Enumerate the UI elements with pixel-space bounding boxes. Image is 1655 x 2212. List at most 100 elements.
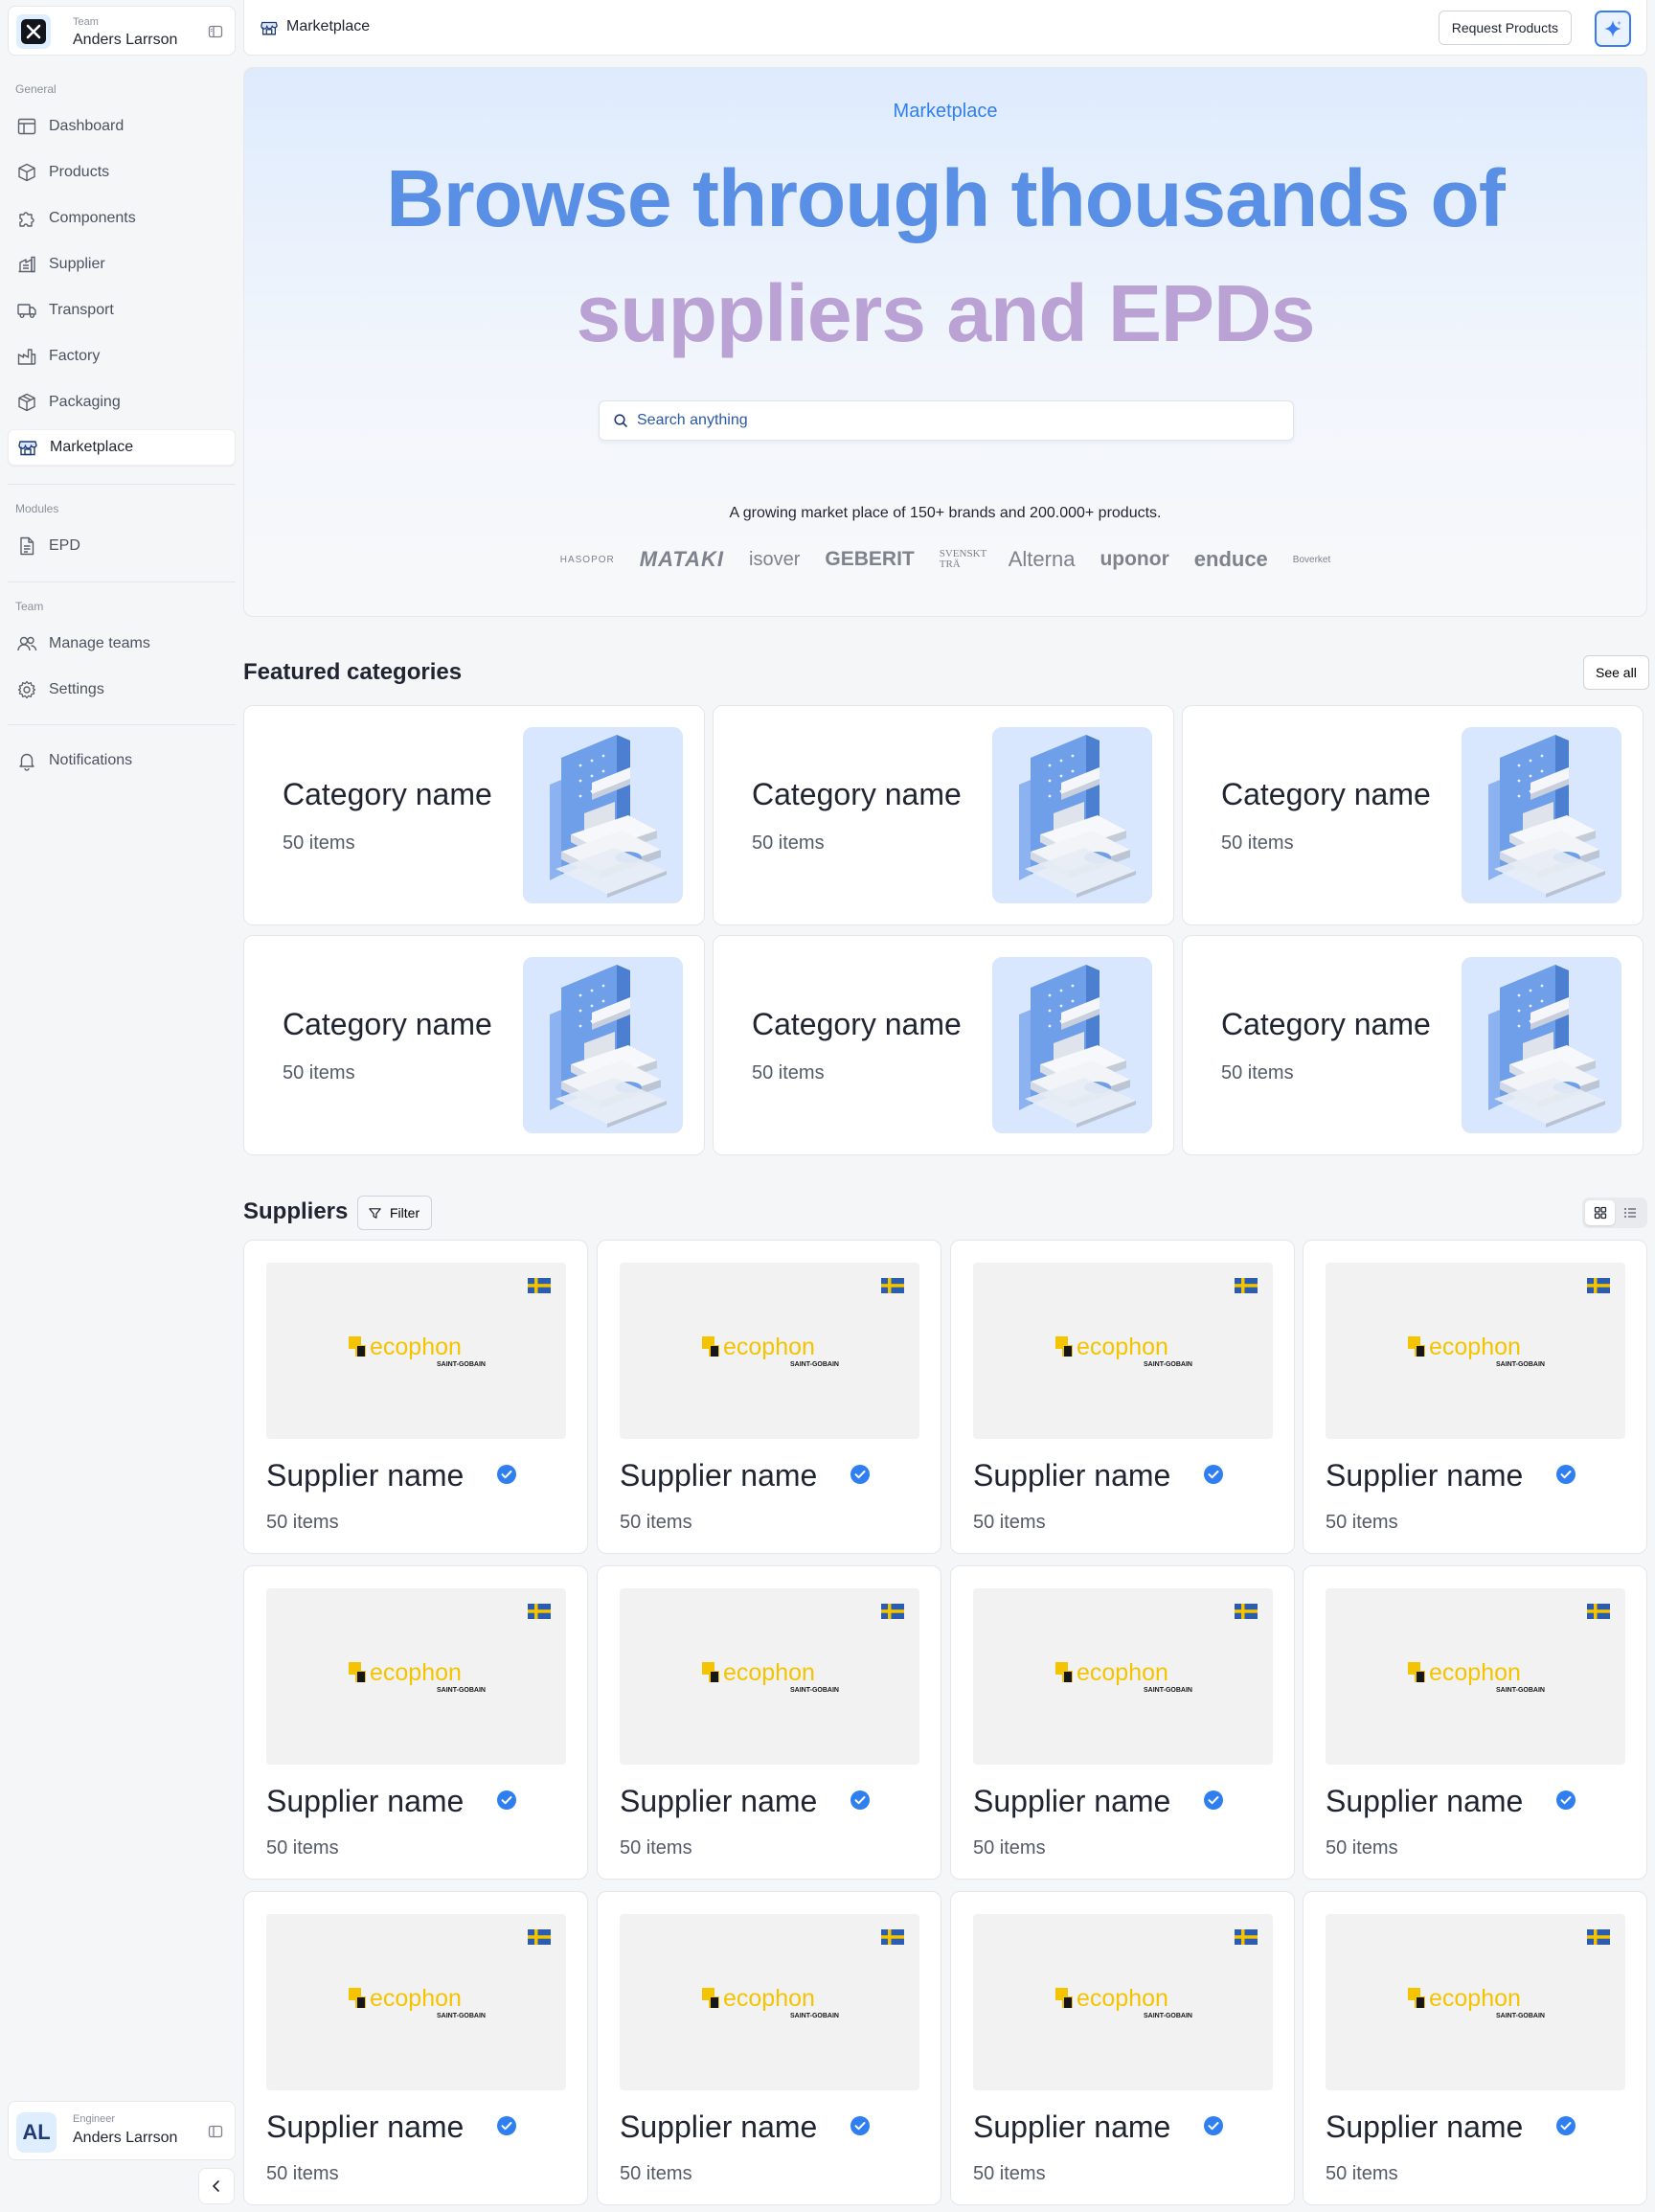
category-card[interactable]: Category name 50 items (243, 935, 705, 1155)
sidebar-item-label: Marketplace (50, 439, 134, 455)
user-card[interactable]: AL Engineer Anders Larrson (8, 2101, 236, 2160)
brand-logo-geberit: GEBERIT (825, 548, 915, 570)
supplier-count: 50 items (1326, 1837, 1398, 1859)
section-label-modules: Modules (15, 502, 59, 515)
grid-icon (1594, 1206, 1606, 1220)
supplier-card[interactable]: ecophon SAINT-GOBAIN Supplier name 50 it… (243, 1240, 588, 1554)
logo-sub: SAINT-GOBAIN (790, 2013, 839, 2019)
sidebar-item-label: Products (49, 164, 110, 180)
supplier-card[interactable]: ecophon SAINT-GOBAIN Supplier name 50 it… (1303, 1240, 1647, 1554)
ecophon-logo: ecophon SAINT-GOBAIN (349, 1659, 486, 1694)
supplier-count: 50 items (266, 2163, 339, 2184)
sidebar-item-notifications[interactable]: Notifications (8, 742, 236, 779)
supplier-card[interactable]: ecophon SAINT-GOBAIN Supplier name 50 it… (597, 1240, 941, 1554)
sidebar-collapse-icon[interactable] (208, 24, 223, 39)
see-all-button[interactable]: See all (1583, 655, 1649, 690)
supplier-card[interactable]: ecophon SAINT-GOBAIN Supplier name 50 it… (1303, 1891, 1647, 2205)
sidebar-item-manage-teams[interactable]: Manage teams (8, 626, 236, 662)
logo-sub: SAINT-GOBAIN (1144, 2013, 1192, 2019)
category-card[interactable]: Category name 50 items (713, 705, 1174, 925)
category-name: Category name (752, 777, 962, 811)
category-count: 50 items (283, 1062, 355, 1083)
ecophon-logo: ecophon SAINT-GOBAIN (349, 1985, 486, 2019)
ecophon-logo: ecophon SAINT-GOBAIN (1408, 1659, 1545, 1694)
sidebar-item-products[interactable]: Products (8, 154, 236, 191)
grid-view-button[interactable] (1585, 1200, 1615, 1225)
sweden-flag-icon (881, 1604, 904, 1619)
package-icon (18, 393, 35, 412)
ecophon-logo: ecophon SAINT-GOBAIN (1408, 1334, 1545, 1368)
divider (8, 484, 236, 485)
logo-word: ecophon (1077, 1985, 1168, 2012)
bell-icon (19, 753, 34, 771)
breadcrumb: Marketplace (286, 18, 371, 34)
verified-badge-icon (1556, 2116, 1576, 2135)
sidebar-item-label: Components (49, 210, 136, 226)
ecophon-logo: ecophon SAINT-GOBAIN (1055, 1659, 1192, 1694)
supplier-card[interactable]: ecophon SAINT-GOBAIN Supplier name 50 it… (597, 1565, 941, 1880)
category-illustration (1462, 957, 1621, 1133)
logo-word: ecophon (370, 1659, 462, 1686)
avatar: AL (16, 2112, 57, 2153)
supplier-card[interactable]: ecophon SAINT-GOBAIN Supplier name 50 it… (1303, 1565, 1647, 1880)
supplier-logo-area: ecophon SAINT-GOBAIN (1326, 1588, 1625, 1765)
category-card[interactable]: Category name 50 items (1182, 935, 1644, 1155)
sidebar-item-label: Dashboard (49, 118, 125, 134)
brand-logo-boverket: Boverket (1292, 554, 1331, 565)
supplier-count: 50 items (973, 1837, 1046, 1859)
sidebar-item-settings[interactable]: Settings (8, 672, 236, 708)
logo-sub: SAINT-GOBAIN (437, 2013, 486, 2019)
supplier-card[interactable]: ecophon SAINT-GOBAIN Supplier name 50 it… (243, 1565, 588, 1880)
supplier-name: Supplier name (266, 1458, 465, 1493)
supplier-card[interactable]: ecophon SAINT-GOBAIN Supplier name 50 it… (950, 1565, 1295, 1880)
supplier-card[interactable]: ecophon SAINT-GOBAIN Supplier name 50 it… (243, 1891, 588, 2205)
supplier-logo-area: ecophon SAINT-GOBAIN (973, 1588, 1273, 1765)
sidebar-item-packaging[interactable]: Packaging (8, 384, 236, 421)
supplier-count: 50 items (1326, 1512, 1398, 1533)
verified-badge-icon (497, 1790, 516, 1810)
sparkle-icon (1604, 20, 1621, 37)
sidebar-item-factory[interactable]: Factory (8, 338, 236, 375)
supplier-icon (18, 256, 35, 273)
category-illustration (523, 957, 683, 1133)
gear-icon (17, 680, 36, 699)
featured-categories-title: Featured categories (243, 659, 463, 685)
logo-word: ecophon (1429, 1659, 1521, 1686)
supplier-logo-area: ecophon SAINT-GOBAIN (266, 1263, 566, 1439)
list-view-button[interactable] (1615, 1200, 1644, 1225)
sidebar-item-label: Packaging (49, 394, 121, 410)
sidebar-item-label: EPD (49, 537, 80, 554)
supplier-name: Supplier name (1326, 1784, 1524, 1818)
brand-logo-alterna: Alterna (1008, 547, 1076, 571)
sidebar-item-transport[interactable]: Transport (8, 292, 236, 329)
supplier-card[interactable]: ecophon SAINT-GOBAIN Supplier name 50 it… (950, 1891, 1295, 2205)
team-logo (16, 14, 51, 49)
supplier-logo-area: ecophon SAINT-GOBAIN (620, 1914, 919, 2090)
supplier-logo-area: ecophon SAINT-GOBAIN (973, 1263, 1273, 1439)
supplier-card[interactable]: ecophon SAINT-GOBAIN Supplier name 50 it… (950, 1240, 1295, 1554)
category-card[interactable]: Category name 50 items (243, 705, 705, 925)
category-card[interactable]: Category name 50 items (1182, 705, 1644, 925)
team-switcher[interactable]: Team Anders Larrson (8, 6, 236, 56)
sidebar-item-dashboard[interactable]: Dashboard (8, 108, 236, 145)
sidebar-item-marketplace[interactable]: Marketplace (8, 429, 236, 466)
search-bar[interactable] (599, 400, 1294, 441)
user-role: Engineer (73, 2113, 116, 2125)
sidebar-item-epd[interactable]: EPD (8, 528, 236, 564)
search-input[interactable] (637, 412, 1250, 429)
supplier-card[interactable]: ecophon SAINT-GOBAIN Supplier name 50 it… (597, 1891, 941, 2205)
category-card[interactable]: Category name 50 items (713, 935, 1174, 1155)
sidebar-item-supplier[interactable]: Supplier (8, 246, 236, 283)
ecophon-logo: ecophon SAINT-GOBAIN (349, 1334, 486, 1368)
ai-assistant-button[interactable] (1595, 11, 1631, 47)
truck-icon (17, 304, 36, 318)
request-products-button[interactable]: Request Products (1438, 11, 1572, 45)
sidebar-item-components[interactable]: Components (8, 200, 236, 237)
panel-icon[interactable] (208, 2124, 223, 2139)
sidebar-toggle-button[interactable] (198, 2168, 235, 2204)
hero-banner: Marketplace Browse through thousands of … (243, 67, 1647, 617)
verified-badge-icon (1204, 1465, 1223, 1484)
hero-eyebrow: Marketplace (893, 101, 998, 122)
filter-button[interactable]: Filter (357, 1196, 433, 1230)
logo-word: ecophon (1429, 1985, 1521, 2012)
